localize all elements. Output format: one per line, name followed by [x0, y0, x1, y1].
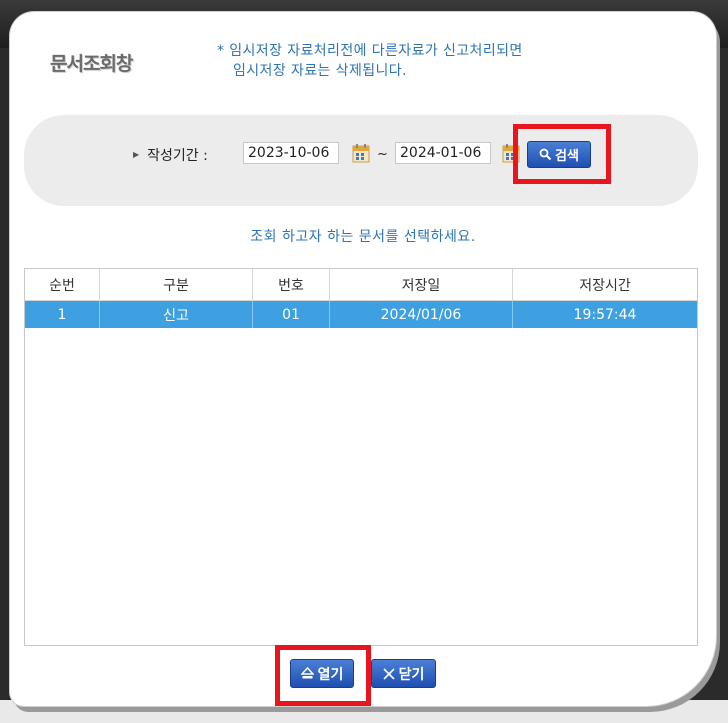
document-lookup-window: 문서조회창 * 임시저장 자료처리전에 다른자료가 신고처리되면 임시저장 자료… [10, 12, 716, 706]
column-header[interactable]: 순번 [25, 269, 100, 300]
bullet-arrow-icon: ▶ [133, 150, 140, 159]
search-highlight-box [513, 124, 611, 184]
column-header[interactable]: 저장일 [330, 269, 513, 300]
table-cell: 19:57:44 [573, 306, 637, 323]
notice-line-2: 임시저장 자료는 삭제됩니다. [233, 63, 407, 79]
temp-save-notice: * 임시저장 자료처리전에 다른자료가 신고처리되면 임시저장 자료는 삭제됩니… [217, 41, 523, 81]
calendar-icon[interactable] [352, 144, 370, 163]
open-highlight-box [275, 645, 371, 706]
document-table: 순번 구분 번호 저장일 저장시간 1 신고 01 2024/01/06 19:… [24, 268, 698, 646]
table-cell: 01 [253, 301, 330, 328]
column-header[interactable]: 저장시간 [513, 269, 697, 300]
instruction-text: 조회 하고자 하는 문서를 선택하세요. [250, 229, 476, 245]
table-cell: 2024/01/06 [330, 301, 513, 328]
table-row[interactable]: 1 신고 01 2024/01/06 19:57:44 [25, 301, 697, 328]
period-label-text: 작성기간 : [147, 148, 208, 164]
notice-line-1: * 임시저장 자료처리전에 다른자료가 신고처리되면 [217, 43, 523, 59]
end-date-input[interactable] [395, 142, 491, 164]
close-icon [383, 667, 395, 680]
date-separator: ~ [377, 147, 388, 162]
table-cell: 신고 [100, 301, 253, 328]
close-button[interactable]: 닫기 [371, 659, 436, 688]
table-header: 순번 구분 번호 저장일 저장시간 [25, 269, 697, 301]
column-header[interactable]: 번호 [253, 269, 330, 300]
window-title: 문서조회창 [50, 53, 133, 75]
period-label: ▶ 작성기간 : [133, 145, 208, 165]
search-panel: ▶ 작성기간 : ~ [24, 115, 698, 206]
column-header[interactable]: 구분 [100, 269, 253, 300]
close-button-label: 닫기 [398, 666, 425, 683]
table-cell: 1 [25, 301, 100, 328]
start-date-input[interactable] [243, 142, 339, 164]
